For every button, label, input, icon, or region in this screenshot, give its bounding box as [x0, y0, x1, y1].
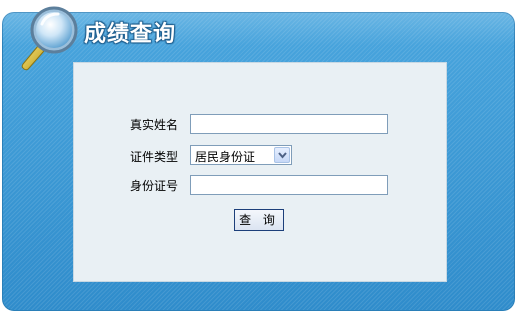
- id-type-select[interactable]: 居民身份证: [190, 145, 292, 165]
- chevron-down-icon[interactable]: [274, 147, 290, 163]
- id-type-label: 证件类型: [129, 150, 178, 164]
- page-title: 成绩查询: [84, 22, 177, 47]
- id-type-value: 居民身份证: [195, 150, 256, 164]
- name-field[interactable]: [190, 114, 388, 134]
- id-number-field[interactable]: [190, 175, 388, 195]
- id-number-label: 身份证号: [129, 179, 178, 193]
- score-query-window: 成绩查询 真实姓名 证件类型 居民身份证 身份证号 查 询: [0, 0, 517, 313]
- query-form: 真实姓名 证件类型 居民身份证 身份证号 查 询: [73, 62, 447, 282]
- query-button[interactable]: 查 询: [234, 209, 284, 231]
- name-label: 真实姓名: [129, 118, 178, 132]
